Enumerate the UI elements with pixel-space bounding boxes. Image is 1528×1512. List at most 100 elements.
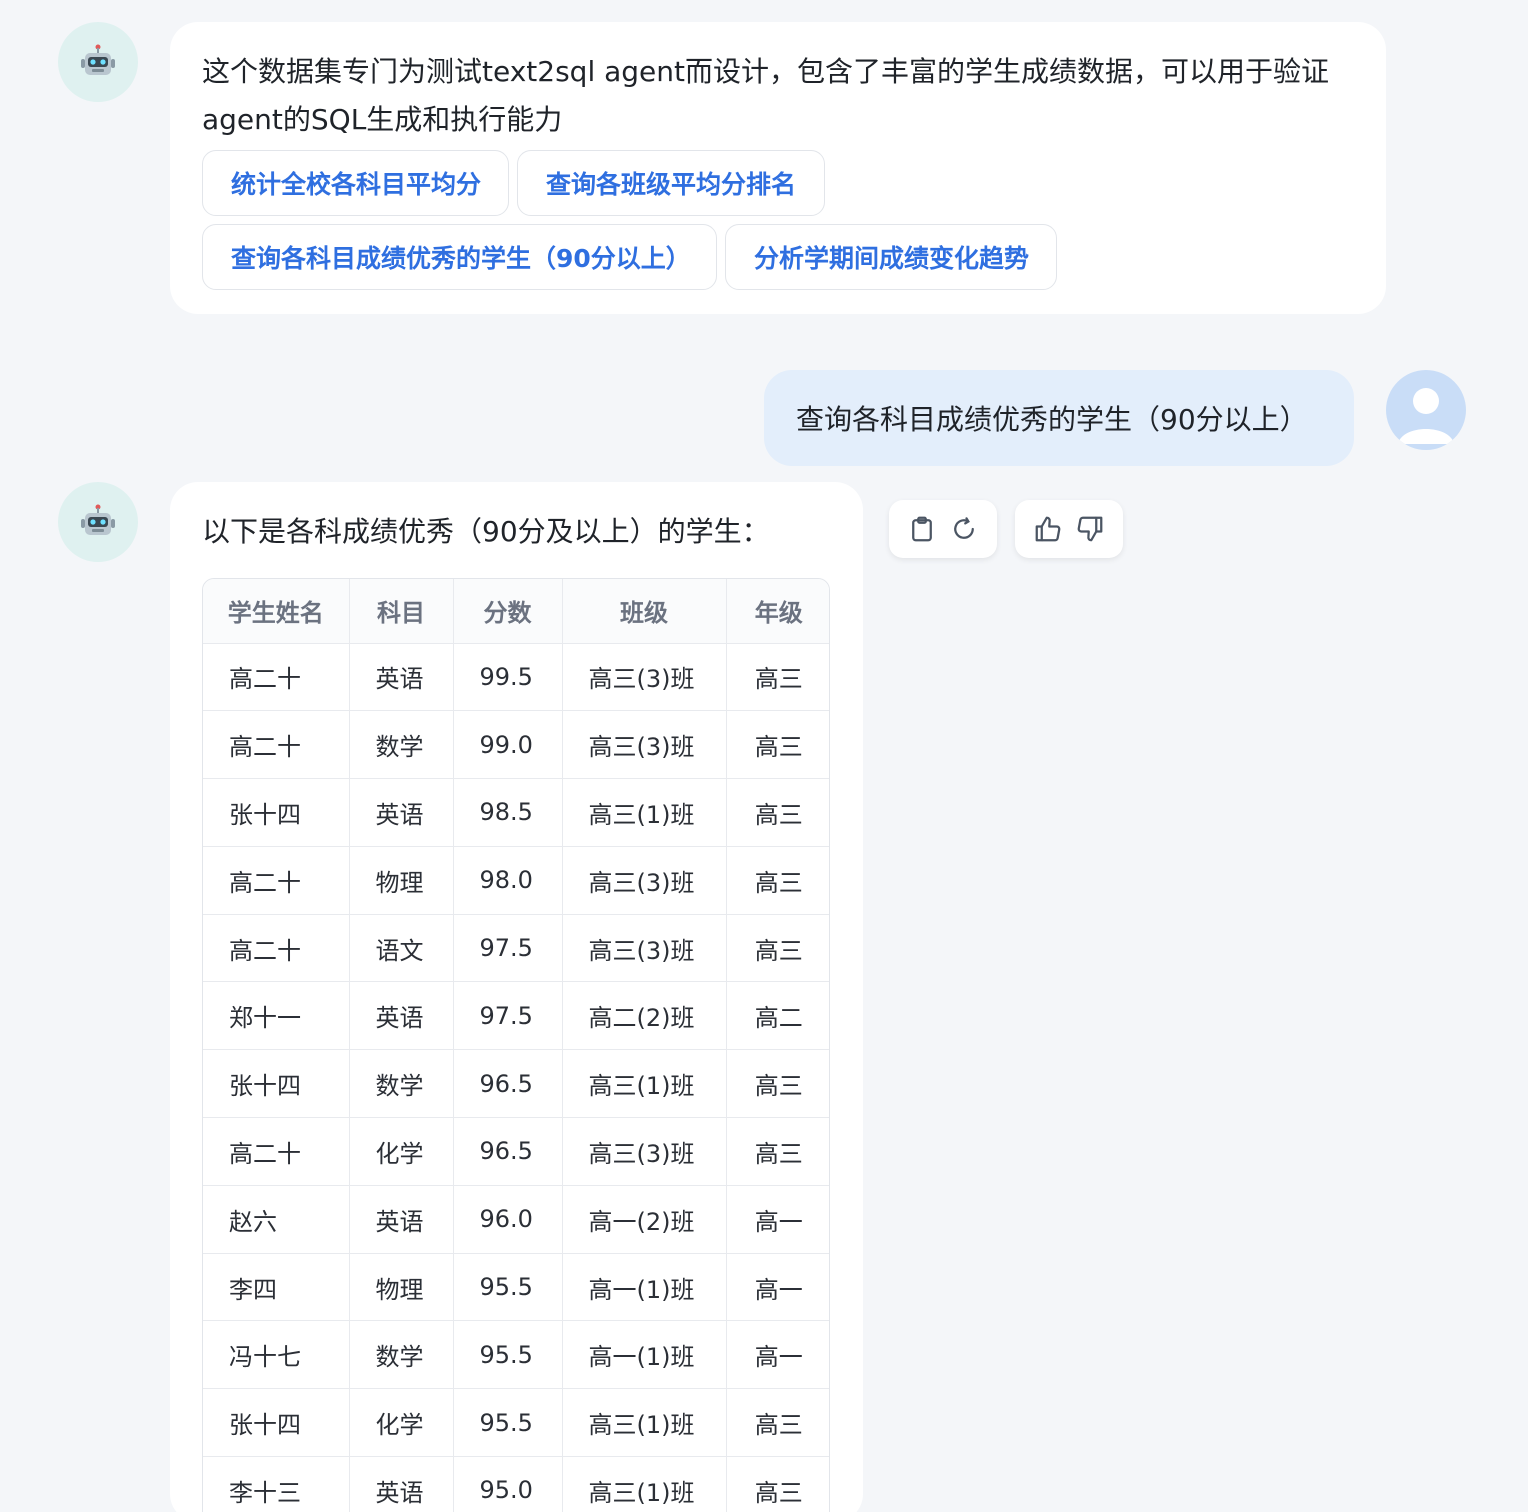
cell-grade: 高三 [726, 778, 829, 847]
table-row: 高二十 化学 96.5 高三(3)班 高三 [203, 1117, 829, 1186]
cell-subject: 英语 [349, 1185, 454, 1254]
cell-score: 97.5 [453, 981, 563, 1051]
cell-subject: 化学 [349, 1117, 454, 1186]
cell-name: 李四 [203, 1253, 350, 1322]
cell-grade: 高二 [726, 981, 829, 1051]
cell-score: 97.5 [453, 914, 563, 983]
clipboard-icon [912, 516, 932, 542]
cell-name: 高二十 [203, 846, 350, 915]
cell-class: 高三(1)班 [562, 1388, 727, 1458]
column-header-name: 学生姓名 [203, 579, 350, 644]
cell-name: 郑十一 [203, 981, 350, 1051]
robot-icon [81, 504, 115, 535]
cell-name: 赵六 [203, 1185, 350, 1254]
bot-avatar [58, 22, 138, 102]
cell-subject: 语文 [349, 914, 454, 983]
cell-name: 张十四 [203, 1388, 350, 1458]
user-message-text: 查询各科目成绩优秀的学生（90分以上） [796, 403, 1308, 436]
user-message: 查询各科目成绩优秀的学生（90分以上） [764, 370, 1354, 466]
cell-grade: 高三 [726, 710, 829, 780]
table-row: 冯十七 数学 95.5 高一(1)班 高一 [203, 1320, 829, 1390]
cell-grade: 高三 [726, 1049, 829, 1119]
cell-subject: 数学 [349, 1320, 454, 1390]
cell-name: 冯十七 [203, 1320, 350, 1390]
cell-class: 高三(3)班 [562, 710, 727, 780]
cell-grade: 高三 [726, 1388, 829, 1458]
cell-class: 高三(1)班 [562, 778, 727, 847]
column-header-score: 分数 [453, 579, 563, 644]
copy-button[interactable] [904, 511, 940, 547]
table-row: 张十四 英语 98.5 高三(1)班 高三 [203, 778, 829, 847]
reply-intro-text: 以下是各科成绩优秀（90分及以上）的学生： [202, 515, 770, 548]
cell-score: 98.0 [453, 846, 563, 915]
cell-class: 高一(2)班 [562, 1185, 727, 1254]
suggestion-button-1[interactable]: 统计全校各科目平均分 [202, 150, 509, 216]
table-row: 赵六 英语 96.0 高一(2)班 高一 [203, 1185, 829, 1254]
regenerate-button[interactable] [946, 511, 982, 547]
cell-class: 高三(3)班 [562, 643, 727, 712]
results-table: 学生姓名 科目 分数 班级 年级 高二十 英语 99.5 高三(3)班 高三 高二十 数学 9… [202, 578, 830, 1512]
cell-name: 张十四 [203, 778, 350, 847]
cell-subject: 数学 [349, 710, 454, 780]
suggestion-button-2[interactable]: 查询各班级平均分排名 [517, 150, 825, 216]
cell-name: 高二十 [203, 914, 350, 983]
cell-subject: 英语 [349, 981, 454, 1051]
cell-score: 95.5 [453, 1388, 563, 1458]
table-row: 高二十 语文 97.5 高三(3)班 高三 [203, 914, 829, 983]
cell-subject: 英语 [349, 1456, 454, 1512]
refresh-icon [954, 517, 974, 539]
cell-subject: 物理 [349, 846, 454, 915]
cell-name: 高二十 [203, 710, 350, 780]
bot-avatar [58, 482, 138, 562]
cell-name: 张十四 [203, 1049, 350, 1119]
cell-grade: 高三 [726, 643, 829, 712]
cell-class: 高一(1)班 [562, 1320, 727, 1390]
table-row: 张十四 化学 95.5 高三(1)班 高三 [203, 1388, 829, 1458]
cell-name: 李十三 [203, 1456, 350, 1512]
cell-score: 98.5 [453, 778, 563, 847]
cell-grade: 高三 [726, 914, 829, 983]
suggestion-button-4[interactable]: 分析学期间成绩变化趋势 [725, 224, 1057, 290]
table-row: 李四 物理 95.5 高一(1)班 高一 [203, 1253, 829, 1322]
cell-subject: 英语 [349, 778, 454, 847]
thumbs-up-icon [1035, 516, 1061, 542]
table-row: 张十四 数学 96.5 高三(1)班 高三 [203, 1049, 829, 1119]
cell-score: 99.0 [453, 710, 563, 780]
table-row: 李十三 英语 95.0 高三(1)班 高三 [203, 1456, 829, 1512]
cell-score: 96.5 [453, 1049, 563, 1119]
cell-subject: 数学 [349, 1049, 454, 1119]
cell-class: 高三(3)班 [562, 1117, 727, 1186]
user-icon [1398, 388, 1454, 444]
cell-class: 高三(1)班 [562, 1456, 727, 1512]
table-header-row: 学生姓名 科目 分数 班级 年级 [203, 579, 829, 644]
cell-score: 96.0 [453, 1185, 563, 1254]
cell-class: 高一(1)班 [562, 1253, 727, 1322]
cell-name: 高二十 [203, 1117, 350, 1186]
column-header-subject: 科目 [349, 579, 454, 644]
cell-class: 高三(3)班 [562, 914, 727, 983]
bot-message-reply: 以下是各科成绩优秀（90分及以上）的学生： 学生姓名 科目 分数 班级 年级 高… [170, 482, 863, 1512]
cell-score: 95.5 [453, 1320, 563, 1390]
table-row: 郑十一 英语 97.5 高二(2)班 高二 [203, 981, 829, 1051]
column-header-class: 班级 [562, 579, 727, 644]
like-button[interactable] [1030, 511, 1066, 547]
cell-class: 高三(3)班 [562, 846, 727, 915]
table-row: 高二十 物理 98.0 高三(3)班 高三 [203, 846, 829, 915]
cell-score: 95.5 [453, 1253, 563, 1322]
bot-message-intro: 这个数据集专门为测试text2sql agent而设计，包含了丰富的学生成绩数据… [170, 22, 1386, 314]
intro-text: 这个数据集专门为测试text2sql agent而设计，包含了丰富的学生成绩数据… [202, 55, 1330, 136]
dislike-button[interactable] [1072, 511, 1108, 547]
cell-score: 95.0 [453, 1456, 563, 1512]
cell-subject: 化学 [349, 1388, 454, 1458]
thumbs-down-icon [1077, 516, 1103, 542]
message-actions-left [889, 500, 997, 558]
cell-name: 高二十 [203, 643, 350, 712]
user-avatar [1386, 370, 1466, 450]
cell-grade: 高一 [726, 1320, 829, 1390]
cell-score: 96.5 [453, 1117, 563, 1186]
cell-score: 99.5 [453, 643, 563, 712]
suggestion-button-3[interactable]: 查询各科目成绩优秀的学生（90分以上） [202, 224, 717, 290]
cell-grade: 高三 [726, 1456, 829, 1512]
message-actions-right [1015, 500, 1123, 558]
table-row: 高二十 英语 99.5 高三(3)班 高三 [203, 643, 829, 712]
